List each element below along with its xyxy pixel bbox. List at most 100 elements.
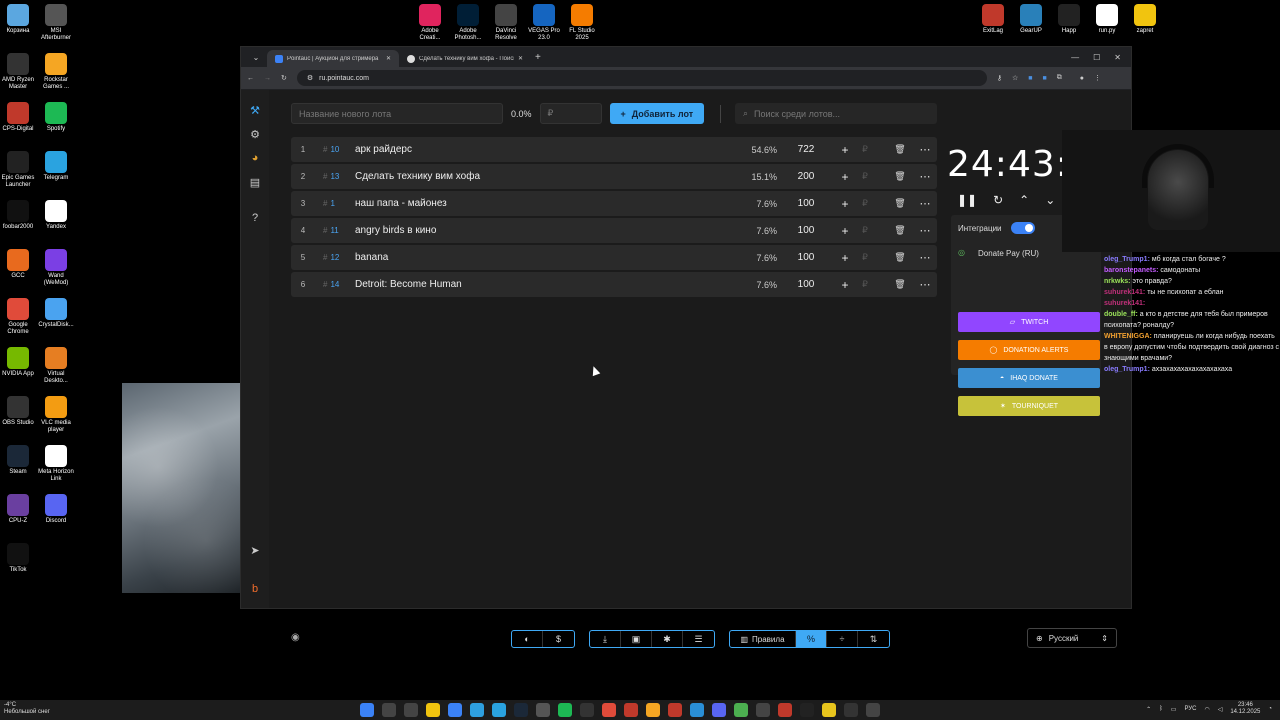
desktop-shortcut[interactable]: CPS-Digital: [0, 102, 36, 133]
desktop-shortcut[interactable]: DaVinci Resolve: [488, 4, 524, 42]
rules-button[interactable]: ▥ Правила: [730, 631, 796, 647]
desktop-shortcut[interactable]: Adobe Photosh...: [450, 4, 486, 42]
integrations-toggle[interactable]: [1011, 222, 1035, 234]
lot-amount[interactable]: 100: [777, 198, 835, 209]
telegram-icon[interactable]: ➤: [241, 538, 269, 562]
desktop-shortcut[interactable]: Steam: [0, 445, 36, 476]
steam-icon[interactable]: [514, 703, 528, 717]
add-amount-icon[interactable]: +: [835, 170, 855, 184]
new-tab-icon[interactable]: +: [535, 52, 541, 63]
extension-icon[interactable]: ■: [1043, 75, 1047, 82]
desktop-shortcut[interactable]: Spotify: [38, 102, 74, 133]
desktop-shortcut[interactable]: MSI Afterburner: [38, 4, 74, 42]
reset-icon[interactable]: ↻: [993, 193, 1003, 207]
wifi-icon[interactable]: ◠: [1204, 706, 1209, 713]
amount-input[interactable]: ₽: [855, 225, 875, 236]
integration-button[interactable]: ◓ IHAQ DONATE: [958, 368, 1100, 388]
desktop-shortcut[interactable]: NVIDIA App: [0, 347, 36, 378]
add-amount-icon[interactable]: +: [835, 197, 855, 211]
lot-name[interactable]: Сделать технику вим хофа: [355, 171, 737, 182]
app-icon[interactable]: [866, 703, 880, 717]
opera-icon[interactable]: [668, 703, 682, 717]
desktop-shortcut[interactable]: Epic Games Launcher: [0, 151, 36, 189]
profile-avatar-icon[interactable]: ●: [1080, 75, 1084, 82]
desktop-shortcut[interactable]: VLC media player: [38, 396, 74, 434]
new-lot-amount-input[interactable]: ₽: [539, 103, 602, 124]
task-view-icon[interactable]: [404, 703, 418, 717]
delete-trash-icon[interactable]: 🗑: [887, 252, 913, 263]
desktop-shortcut[interactable]: Yandex: [38, 200, 74, 231]
amount-input[interactable]: ₽: [855, 252, 875, 263]
minecraft-icon[interactable]: [734, 703, 748, 717]
desktop-shortcut[interactable]: Virtual Deskto...: [38, 347, 74, 385]
more-options-icon[interactable]: ⋯: [913, 251, 937, 264]
desktop-shortcut[interactable]: ExitLag: [975, 4, 1011, 35]
desktop-shortcut[interactable]: FL Studio 2025: [564, 4, 600, 42]
telegram-icon[interactable]: [492, 703, 506, 717]
clock[interactable]: 23:46 14.12.2025: [1230, 702, 1260, 716]
add-amount-icon[interactable]: +: [835, 278, 855, 292]
desktop-shortcut[interactable]: GCC: [0, 249, 36, 280]
bookmark-star-icon[interactable]: ☆: [1012, 74, 1018, 82]
desktop-shortcut[interactable]: Wand (WeMod): [38, 249, 74, 287]
more-options-icon[interactable]: ⋯: [913, 170, 937, 183]
add-amount-icon[interactable]: +: [835, 224, 855, 238]
mail-icon[interactable]: [470, 703, 484, 717]
desktop-shortcut[interactable]: run.py: [1089, 4, 1125, 35]
folder-icon[interactable]: [426, 703, 440, 717]
lot-name[interactable]: наш папа - майонез: [355, 198, 737, 209]
volume-icon[interactable]: ◁: [1218, 706, 1223, 713]
desktop-shortcut[interactable]: OBS Studio: [0, 396, 36, 427]
divide-icon[interactable]: ÷: [827, 631, 858, 647]
wheel-pie-icon[interactable]: ◕: [241, 146, 269, 170]
tab-search[interactable]: Сделать технику вим хофа - Поиск ✕: [399, 50, 531, 67]
close-tab-icon[interactable]: ✕: [518, 55, 523, 62]
more-options-icon[interactable]: ⋯: [913, 224, 937, 237]
start-windows-icon[interactable]: [360, 703, 374, 717]
github-icon[interactable]: ◐: [512, 631, 543, 647]
lot-amount[interactable]: 100: [777, 252, 835, 263]
tab-pointauc[interactable]: Pointauc | Аукцион для стримера ✕: [267, 50, 399, 67]
reload-icon[interactable]: ↻: [281, 74, 287, 82]
maximize-icon[interactable]: ☐: [1093, 53, 1100, 62]
menu-kebab-icon[interactable]: ⋮: [1094, 74, 1101, 82]
close-window-icon[interactable]: ✕: [1114, 53, 1121, 62]
url-field[interactable]: ⚙ ru.pointauc.com: [296, 70, 987, 86]
bug-icon[interactable]: ✱: [652, 631, 683, 647]
settings-gear-icon[interactable]: ⚙: [241, 122, 269, 146]
minimize-icon[interactable]: —: [1071, 53, 1079, 62]
decrease-time-icon[interactable]: ⌄: [1045, 193, 1055, 207]
delete-trash-icon[interactable]: 🗑: [887, 144, 913, 155]
tab-search-icon[interactable]: ⌄: [249, 50, 263, 64]
notifications-bell-icon[interactable]: ◔: [1268, 706, 1272, 712]
amount-input[interactable]: ₽: [855, 279, 875, 290]
desktop-shortcut[interactable]: Meta Horizon Link: [38, 445, 74, 483]
photos-icon[interactable]: [448, 703, 462, 717]
site-info-icon[interactable]: ⚙: [307, 74, 313, 82]
increase-time-icon[interactable]: ⌃: [1019, 193, 1029, 207]
extensions-puzzle-icon[interactable]: ⧉: [1057, 74, 1062, 82]
lot-amount[interactable]: 722: [777, 144, 835, 155]
desktop-shortcut[interactable]: TikTok: [0, 543, 36, 574]
language-select[interactable]: ⊕ Русский ⇕: [1027, 628, 1117, 648]
save-icon[interactable]: ▣: [621, 631, 652, 647]
tray-chevron-icon[interactable]: ⌃: [1146, 706, 1151, 713]
forward-icon[interactable]: →: [264, 75, 271, 82]
more-options-icon[interactable]: ⋯: [913, 143, 937, 156]
more-options-icon[interactable]: ⋯: [913, 278, 937, 291]
integration-button[interactable]: ▱ TWITCH: [958, 312, 1100, 332]
extension-icon[interactable]: ■: [1028, 75, 1032, 82]
rockstar-icon[interactable]: [646, 703, 660, 717]
bluetooth-icon[interactable]: ᛒ: [1159, 706, 1163, 712]
desktop-shortcut[interactable]: Adobe Creati...: [412, 4, 448, 42]
percent-toggle-icon[interactable]: %: [796, 631, 827, 647]
settings-gear-icon[interactable]: [536, 703, 550, 717]
new-lot-name-input[interactable]: Название нового лота: [291, 103, 503, 124]
lot-name[interactable]: banana: [355, 252, 737, 263]
download-icon[interactable]: ⤓: [590, 631, 621, 647]
more-options-icon[interactable]: ⋯: [913, 197, 937, 210]
back-icon[interactable]: ←: [247, 75, 254, 82]
delete-trash-icon[interactable]: 🗑: [887, 279, 913, 290]
lot-amount[interactable]: 100: [777, 225, 835, 236]
amount-input[interactable]: ₽: [855, 171, 875, 182]
